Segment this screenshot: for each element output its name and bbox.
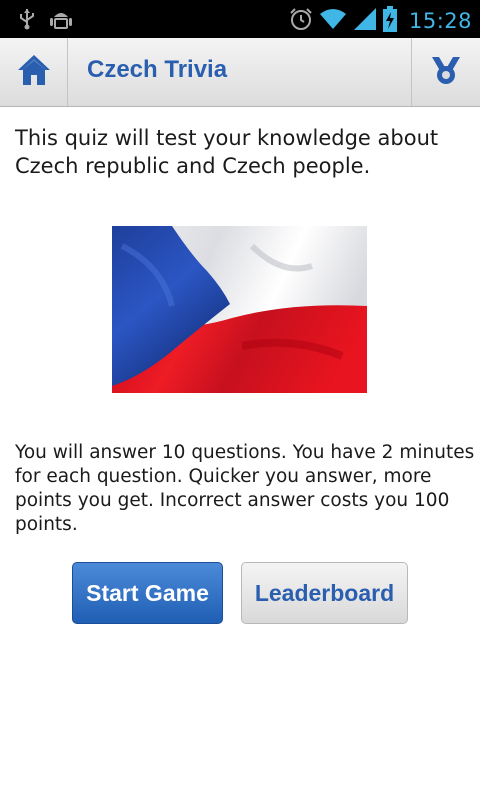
action-bar: Czech Trivia (0, 38, 480, 107)
app-title: Czech Trivia (87, 56, 228, 83)
battery-charging-icon (382, 6, 397, 36)
wifi-icon (319, 7, 347, 35)
android-debug-icon (50, 8, 72, 36)
leaderboard-action-button[interactable] (411, 38, 480, 106)
rules-text: You will answer 10 questions. You have 2… (15, 442, 475, 535)
home-icon (16, 53, 52, 91)
leaderboard-button[interactable]: Leaderboard (241, 562, 408, 624)
status-bar: 15:28 (0, 0, 480, 38)
czech-flag-image (112, 226, 367, 393)
signal-icon (353, 7, 377, 35)
status-right-icons: 15:28 (289, 6, 472, 36)
usb-icon (18, 8, 36, 36)
home-button[interactable] (0, 38, 68, 106)
alarm-icon (289, 7, 313, 35)
start-game-button[interactable]: Start Game (72, 562, 223, 624)
intro-text: This quiz will test your knowledge about… (15, 126, 439, 178)
status-time: 15:28 (408, 9, 472, 33)
status-left-icons (18, 8, 72, 36)
leaderboard-icon (429, 55, 463, 89)
